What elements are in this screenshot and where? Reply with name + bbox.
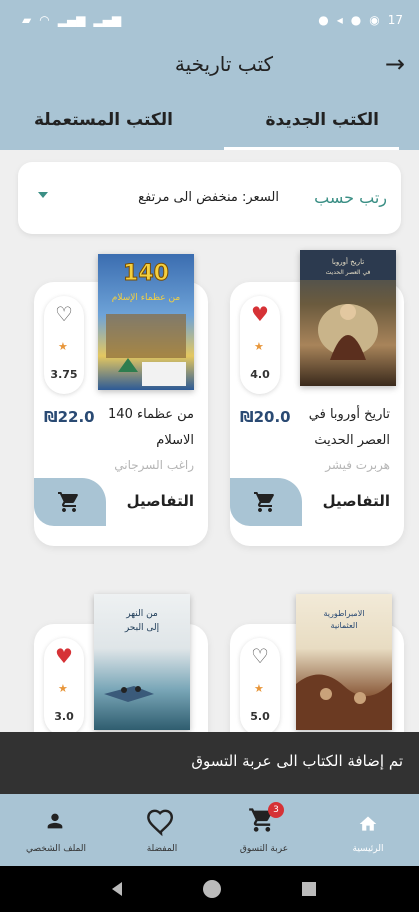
- star-icon: ★: [254, 682, 264, 695]
- star-icon: ★: [58, 682, 68, 695]
- tab-used-books[interactable]: الكتب المستعملة: [34, 110, 173, 130]
- status-right: ● ◂ ● ◉ 17: [318, 13, 403, 27]
- rating-value: 4.0: [250, 368, 270, 381]
- svg-text:إلى البحر: إلى البحر: [124, 623, 159, 633]
- card-side-panel: ♡ ★ 3.75: [44, 296, 84, 394]
- book-cover: تاريخ أوروبا في العصر الحديث: [300, 250, 396, 386]
- send-icon: ◂: [336, 13, 343, 27]
- battery-icon: ▰: [22, 13, 32, 27]
- bottom-navigation: الرئيسية 3 عربة التسوق المفضلة الملف الش…: [0, 794, 419, 866]
- heart-filled-icon[interactable]: ♥: [250, 304, 270, 324]
- cart-icon: [254, 492, 274, 512]
- rating-value: 5.0: [250, 710, 270, 723]
- signal-icon-2: ▂▄▆: [93, 13, 122, 27]
- svg-text:الامبراطورية: الامبراطورية: [324, 609, 365, 618]
- card-side-panel: ♥ ★ 4.0: [240, 296, 280, 394]
- cart-count-badge: 3: [268, 802, 284, 818]
- book-price: ₪20.0: [240, 408, 291, 426]
- nav-label: عربة التسوق: [239, 844, 289, 854]
- svg-text:من النهر: من النهر: [125, 609, 158, 619]
- snackbar-message: تم إضافة الكتاب الى عربة التسوق: [191, 752, 403, 770]
- cover-illustration: من النهر إلى البحر: [104, 609, 159, 702]
- system-home-icon[interactable]: [203, 880, 221, 898]
- dropdown-arrow-icon[interactable]: [38, 192, 48, 198]
- tab-new-books[interactable]: الكتب الجديدة: [266, 110, 379, 130]
- system-back-icon[interactable]: [112, 882, 122, 896]
- clock-text: 17: [387, 13, 403, 27]
- add-to-cart-button[interactable]: [230, 478, 302, 526]
- svg-text:العثمانية: العثمانية: [331, 621, 358, 630]
- home-icon: [359, 816, 377, 831]
- star-icon: ★: [58, 340, 68, 353]
- book-cover: 140 من عظماء الإسلام: [98, 254, 194, 390]
- heart-filled-icon[interactable]: ♥: [54, 646, 74, 666]
- svg-text:من عظماء الإسلام: من عظماء الإسلام: [112, 293, 181, 303]
- alarm-icon: ◉: [369, 13, 380, 27]
- nav-item-profile[interactable]: الملف الشخصي: [4, 800, 108, 862]
- cover-illustration: الامبراطورية العثمانية: [296, 609, 392, 730]
- rating-value: 3.75: [50, 368, 78, 381]
- notification-icon-2: ●: [350, 13, 362, 27]
- card-side-panel: ♡ ★ 5.0: [240, 638, 280, 736]
- cover-illustration: تاريخ أوروبا في العصر الحديث: [300, 250, 396, 360]
- cover-illustration: 140 من عظماء الإسلام: [106, 261, 186, 386]
- sort-dropdown-value[interactable]: السعر: منخفض الى مرتفع: [138, 190, 279, 205]
- status-left: ▰ ◠ ▂▄▆ ▂▄▆: [22, 13, 121, 27]
- book-title: تاريخ أوروبا في العصر الحديث: [308, 407, 390, 448]
- person-icon: [47, 813, 63, 829]
- book-title: 140 من عظماء الاسلام: [108, 407, 194, 448]
- wifi-icon: ◠: [39, 13, 50, 27]
- rating-value: 3.0: [54, 710, 74, 723]
- add-to-cart-button[interactable]: [34, 478, 106, 526]
- svg-text:140: 140: [123, 261, 169, 286]
- system-recents-icon[interactable]: [302, 882, 316, 896]
- nav-item-home[interactable]: الرئيسية: [316, 800, 419, 862]
- svg-text:تاريخ أوروبا: تاريخ أوروبا: [332, 257, 364, 266]
- notification-icon: ●: [318, 13, 329, 27]
- details-button[interactable]: التفاصيل: [323, 492, 390, 510]
- nav-item-cart[interactable]: 3 عربة التسوق: [212, 800, 316, 862]
- heart-outline-icon[interactable]: ♡: [54, 304, 74, 324]
- book-author: هربرت فيشر: [325, 458, 390, 472]
- tab-indicator: [224, 147, 399, 150]
- snackbar: تم إضافة الكتاب الى عربة التسوق: [0, 732, 419, 794]
- details-button[interactable]: التفاصيل: [127, 492, 194, 510]
- book-cover: الامبراطورية العثمانية: [296, 594, 392, 730]
- page-title: كتب تاريخية: [174, 52, 273, 76]
- app-bar: كتب تاريخية →: [0, 40, 419, 92]
- card-side-panel: ♥ ★ 3.0: [44, 638, 84, 736]
- status-bar: ▰ ◠ ▂▄▆ ▂▄▆ ● ◂ ● ◉ 17: [0, 0, 419, 40]
- nav-label: المفضلة: [146, 844, 178, 854]
- nav-label: الملف الشخصي: [26, 844, 86, 854]
- system-navigation-bar: [0, 866, 419, 912]
- sort-bar: رتب حسب السعر: منخفض الى مرتفع: [18, 162, 401, 234]
- heart-icon: [147, 809, 174, 837]
- nav-label: الرئيسية: [352, 844, 384, 854]
- arrow-right-icon[interactable]: →: [385, 50, 405, 78]
- svg-text:في العصر الحديث: في العصر الحديث: [326, 269, 371, 276]
- signal-icon: ▂▄▆: [57, 13, 86, 27]
- sort-label: رتب حسب: [314, 188, 387, 207]
- star-icon: ★: [254, 340, 264, 353]
- heart-outline-icon[interactable]: ♡: [250, 646, 270, 666]
- cart-icon: [58, 492, 78, 512]
- tab-bar: الكتب الجديدة الكتب المستعملة: [0, 92, 419, 150]
- nav-item-favorites[interactable]: المفضلة: [110, 800, 214, 862]
- book-cover: من النهر إلى البحر: [94, 594, 190, 730]
- book-author: راغب السرجاني: [114, 458, 194, 472]
- book-price: ₪22.0: [44, 408, 95, 426]
